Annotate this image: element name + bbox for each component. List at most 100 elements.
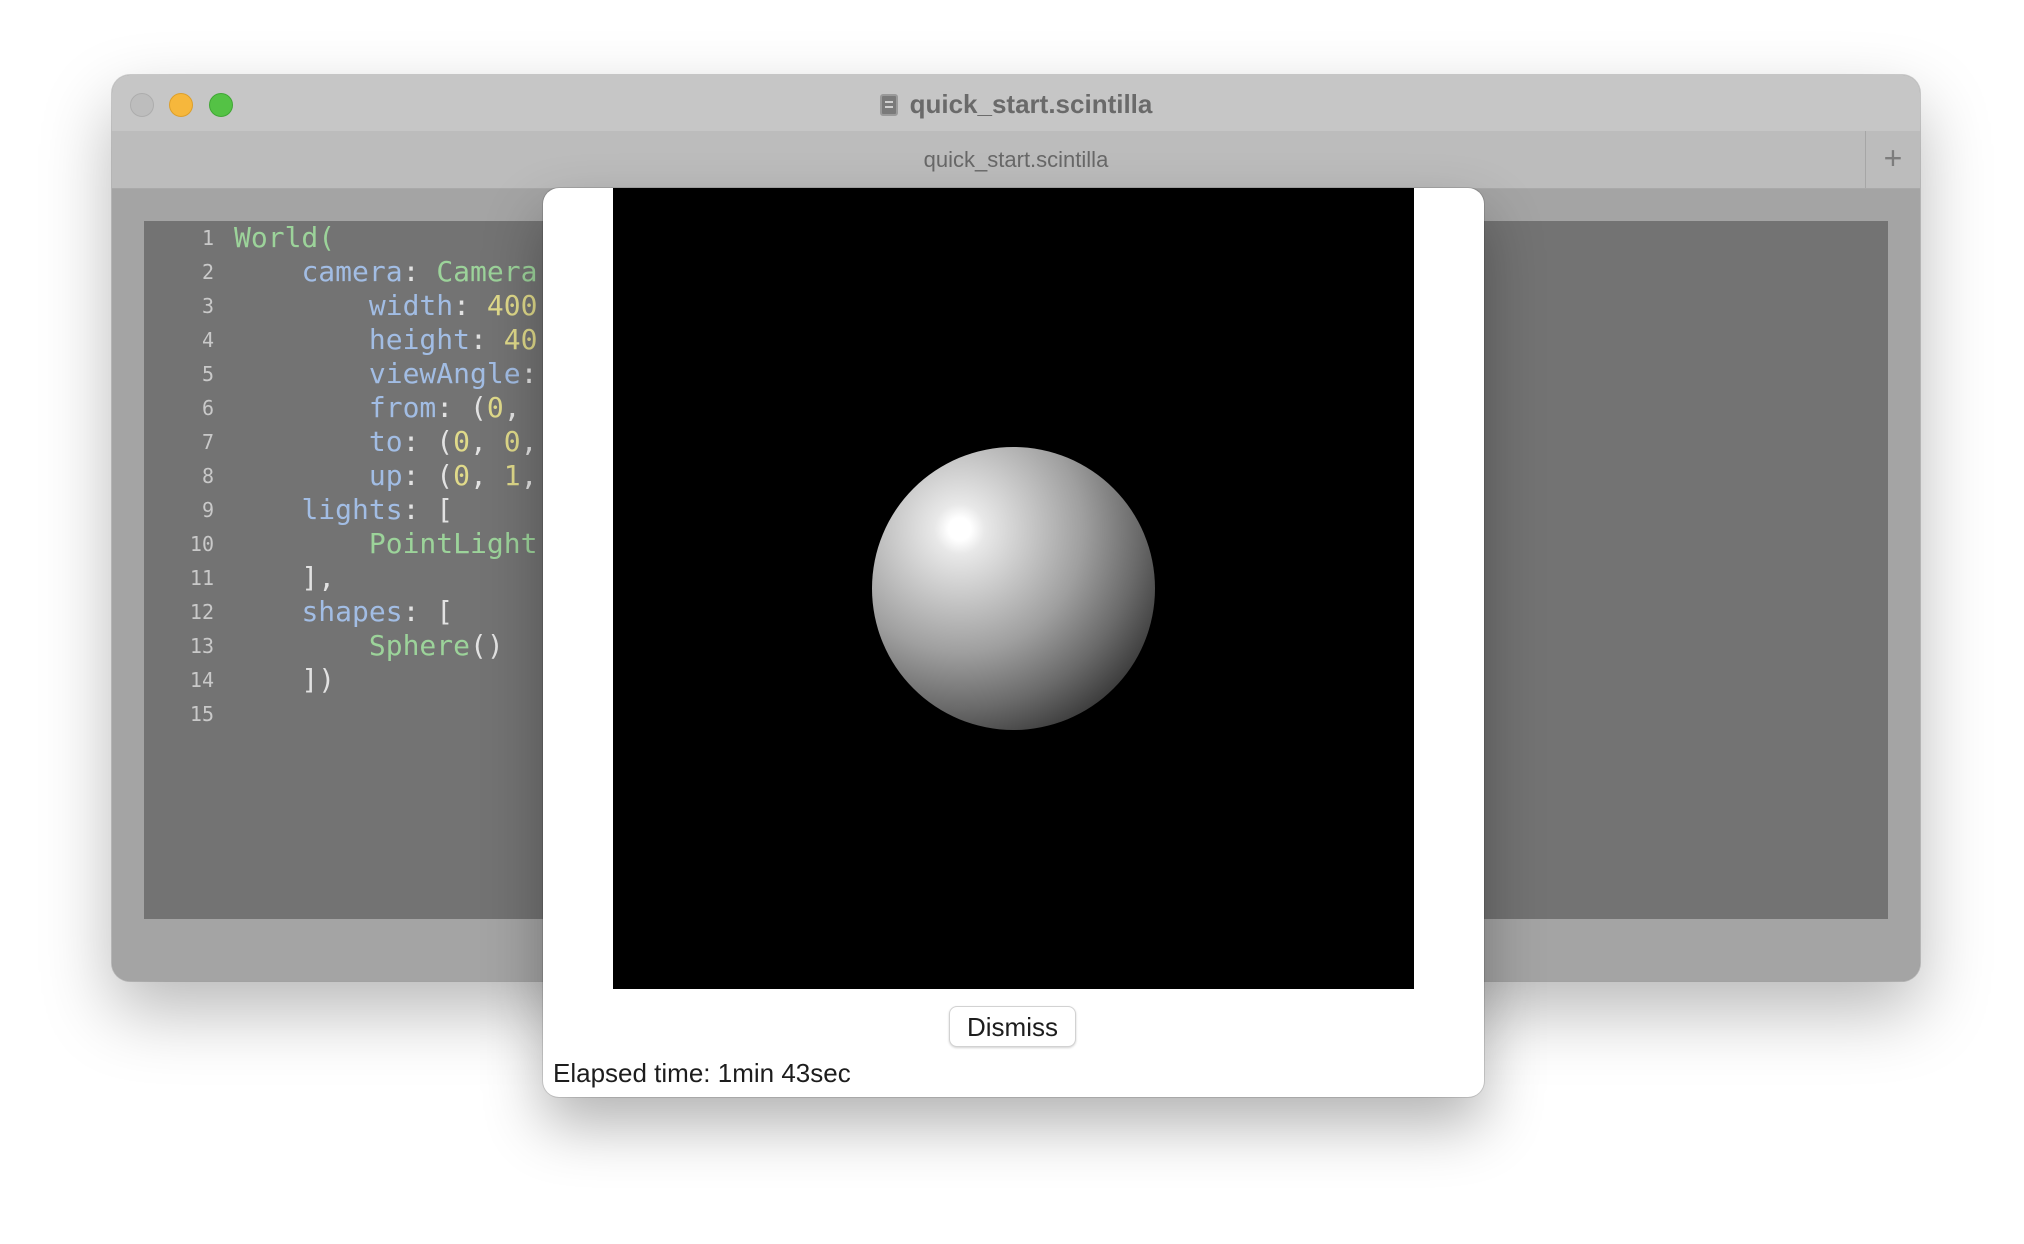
- code-token: 1: [503, 459, 521, 492]
- code-token: 0: [453, 459, 471, 492]
- line-number: 12: [189, 600, 214, 624]
- line-number: 14: [189, 668, 214, 692]
- code-token: ,: [470, 459, 504, 492]
- code-text: viewAngle:: [214, 357, 538, 391]
- rendered-sphere: [872, 447, 1155, 730]
- line-number: 13: [189, 634, 214, 658]
- code-line[interactable]: 2 camera: Camera: [144, 255, 538, 289]
- code-line[interactable]: 6 from: (0,: [144, 391, 521, 425]
- code-line[interactable]: 3 width: 400: [144, 289, 538, 323]
- code-token: ,: [470, 425, 504, 458]
- code-line[interactable]: 1 World(: [144, 221, 335, 255]
- window-title: quick_start.scintilla: [909, 89, 1153, 119]
- line-number: 5: [201, 362, 214, 386]
- line-number: 2: [201, 260, 214, 284]
- code-token: up: [368, 459, 403, 492]
- line-number: 6: [201, 396, 214, 420]
- code-token: : (: [436, 391, 487, 424]
- code-line[interactable]: 9 lights: [: [144, 493, 453, 527]
- code-text: from: (0,: [214, 391, 521, 425]
- code-token: to: [368, 425, 403, 458]
- code-token: from: [368, 391, 437, 424]
- line-number: 10: [189, 532, 214, 556]
- code-line[interactable]: 14 ]): [144, 663, 335, 697]
- code-token: ],: [234, 561, 336, 594]
- code-token: viewAngle: [368, 357, 521, 390]
- code-token: :: [402, 255, 437, 288]
- code-token: 40: [503, 323, 538, 356]
- render-dialog: Dismiss Elapsed time: 1min 43sec: [543, 188, 1484, 1097]
- tab-quick-start[interactable]: quick_start.scintilla: [112, 147, 1920, 173]
- code-token: 0: [453, 425, 471, 458]
- code-text: to: (0, 0,: [214, 425, 538, 459]
- code-token: lights: [301, 493, 403, 526]
- code-token: :: [453, 289, 487, 322]
- line-number: 1: [201, 226, 214, 250]
- code-token: Sphere: [368, 629, 471, 662]
- title-bar[interactable]: quick_start.scintilla: [112, 75, 1920, 131]
- code-token: PointLight: [368, 527, 538, 560]
- code-token: World(: [234, 221, 336, 254]
- code-token: width: [368, 289, 454, 322]
- line-number: 9: [201, 498, 214, 522]
- code-line[interactable]: 8 up: (0, 1,: [144, 459, 538, 493]
- tab-bar: quick_start.scintilla +: [112, 131, 1920, 189]
- code-text: height: 40: [214, 323, 538, 357]
- line-number: 8: [201, 464, 214, 488]
- code-line[interactable]: 10 PointLight: [144, 527, 538, 561]
- code-line[interactable]: 11 ],: [144, 561, 335, 595]
- code-token: ]): [234, 663, 336, 696]
- code-token: (): [470, 629, 504, 662]
- render-image: [613, 188, 1414, 989]
- line-number: 15: [189, 702, 214, 726]
- code-text: ],: [214, 561, 335, 595]
- line-number: 7: [201, 430, 214, 454]
- code-line[interactable]: 12 shapes: [: [144, 595, 453, 629]
- window-title-group: quick_start.scintilla: [112, 89, 1920, 120]
- plus-icon: +: [1883, 140, 1903, 176]
- code-text: shapes: [: [214, 595, 453, 629]
- code-token: shapes: [301, 595, 403, 628]
- code-line[interactable]: 13 Sphere(): [144, 629, 504, 663]
- code-text: width: 400: [214, 289, 538, 323]
- document-icon: [879, 94, 898, 116]
- code-text: PointLight: [214, 527, 538, 561]
- line-number: 11: [189, 566, 214, 590]
- line-number: 3: [201, 294, 214, 318]
- new-tab-button[interactable]: +: [1865, 131, 1920, 188]
- code-text: Sphere(): [214, 629, 504, 663]
- screen: quick_start.scintilla quick_start.scinti…: [0, 0, 2024, 1244]
- code-line[interactable]: 15: [144, 697, 234, 731]
- code-token: : [: [402, 493, 454, 526]
- code-line[interactable]: 5 viewAngle:: [144, 357, 537, 391]
- code-token: ,: [520, 425, 538, 458]
- code-token: :: [520, 357, 538, 390]
- code-token: : (: [402, 459, 454, 492]
- code-token: : [: [402, 595, 454, 628]
- code-token: height: [368, 323, 471, 356]
- code-token: 0: [503, 425, 521, 458]
- code-token: : (: [402, 425, 454, 458]
- dismiss-button[interactable]: Dismiss: [949, 1006, 1076, 1047]
- code-text: camera: Camera: [214, 255, 537, 289]
- code-text: ]): [214, 663, 335, 697]
- code-text: up: (0, 1,: [214, 459, 538, 493]
- code-token: Camera: [436, 255, 538, 288]
- code-line[interactable]: 4 height: 40: [144, 323, 538, 357]
- code-token: :: [470, 323, 504, 356]
- code-text: World(: [214, 221, 335, 255]
- code-token: 400: [486, 289, 538, 322]
- code-text: lights: [: [214, 493, 453, 527]
- code-line[interactable]: 7 to: (0, 0,: [144, 425, 538, 459]
- code-token: camera: [301, 255, 403, 288]
